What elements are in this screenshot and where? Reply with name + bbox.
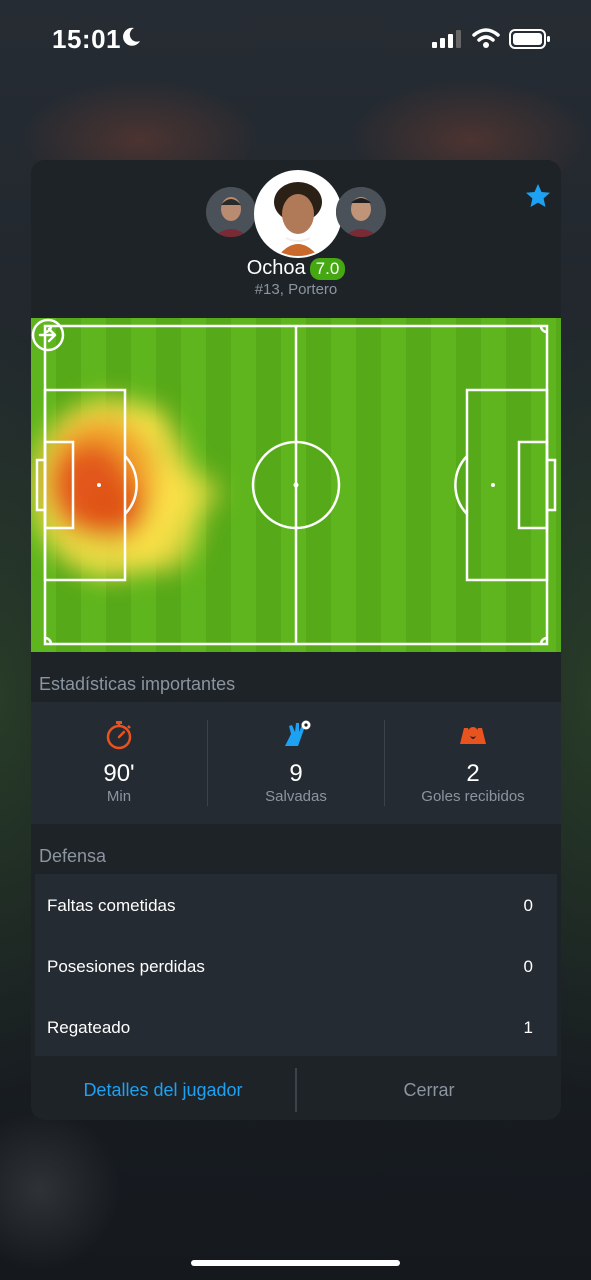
stat-label: Goles recibidos	[421, 788, 525, 805]
heatmap-svg	[31, 324, 557, 646]
stat-label: Min	[106, 788, 132, 805]
heatmap-pitch	[31, 318, 561, 652]
defense-row-label: Faltas cometidas	[47, 896, 176, 915]
player-name-line: Ochoa 7.0	[31, 257, 561, 280]
status-time: 15:01	[52, 24, 121, 54]
goalkeeper-glove-icon	[285, 720, 311, 746]
battery-icon	[509, 29, 550, 49]
previous-player-avatar[interactable]	[206, 187, 256, 237]
defense-row-label: Posesiones perdidas	[47, 957, 205, 976]
status-bar: 15:01	[0, 0, 591, 80]
home-indicator[interactable]	[191, 1260, 400, 1266]
close-button[interactable]: Cerrar	[297, 1060, 561, 1120]
defense-row-label: Regateado	[47, 1018, 131, 1037]
arrow-right-icon[interactable]	[31, 318, 65, 352]
stat-value: 90'	[103, 760, 135, 787]
stat-value: 9	[289, 760, 303, 787]
favorite-star-icon[interactable]	[524, 182, 552, 210]
defense-panel: Faltas cometidas 0 Posesiones perdidas 0…	[35, 874, 557, 1056]
goals-conceded-icon	[460, 727, 486, 744]
player-card: Ochoa 7.0 #13, Portero Estadísticas impo…	[31, 160, 561, 1120]
card-footer: Detalles del jugador Cerrar	[31, 1060, 561, 1120]
stopwatch-icon	[106, 721, 132, 750]
stat-goals-conceded: 2 Goles recibidos	[385, 702, 561, 824]
stat-minutes: 90' Min	[31, 702, 207, 824]
signal-icon	[432, 30, 461, 48]
defense-row-fouls: Faltas cometidas 0	[35, 876, 557, 936]
player-name: Ochoa	[246, 257, 306, 280]
next-player-avatar[interactable]	[336, 187, 386, 237]
player-avatar	[254, 170, 342, 258]
defense-row-value: 0	[523, 896, 533, 915]
player-header: Ochoa 7.0 #13, Portero	[31, 160, 561, 318]
key-stats-panel: 90' Min 9 Salvadas 2 Goles recibidos	[31, 702, 561, 824]
defense-row-possession-lost: Posesiones perdidas 0	[35, 937, 557, 997]
defense-title: Defensa	[39, 846, 107, 866]
stat-saves: 9 Salvadas	[208, 702, 384, 824]
stat-value: 2	[466, 760, 480, 787]
stat-label: Salvadas	[265, 788, 327, 805]
player-number-position: #13, Portero	[254, 281, 338, 298]
defense-row-value: 0	[523, 957, 533, 976]
player-details-button[interactable]: Detalles del jugador	[31, 1060, 295, 1120]
player-rating-badge: 7.0	[309, 257, 346, 280]
key-stats-title: Estadísticas importantes	[39, 674, 236, 694]
defense-row-dribbled-past: Regateado 1	[35, 998, 557, 1058]
wifi-icon	[472, 28, 500, 48]
defense-row-value: 1	[523, 1018, 533, 1037]
moon-icon	[123, 27, 140, 46]
